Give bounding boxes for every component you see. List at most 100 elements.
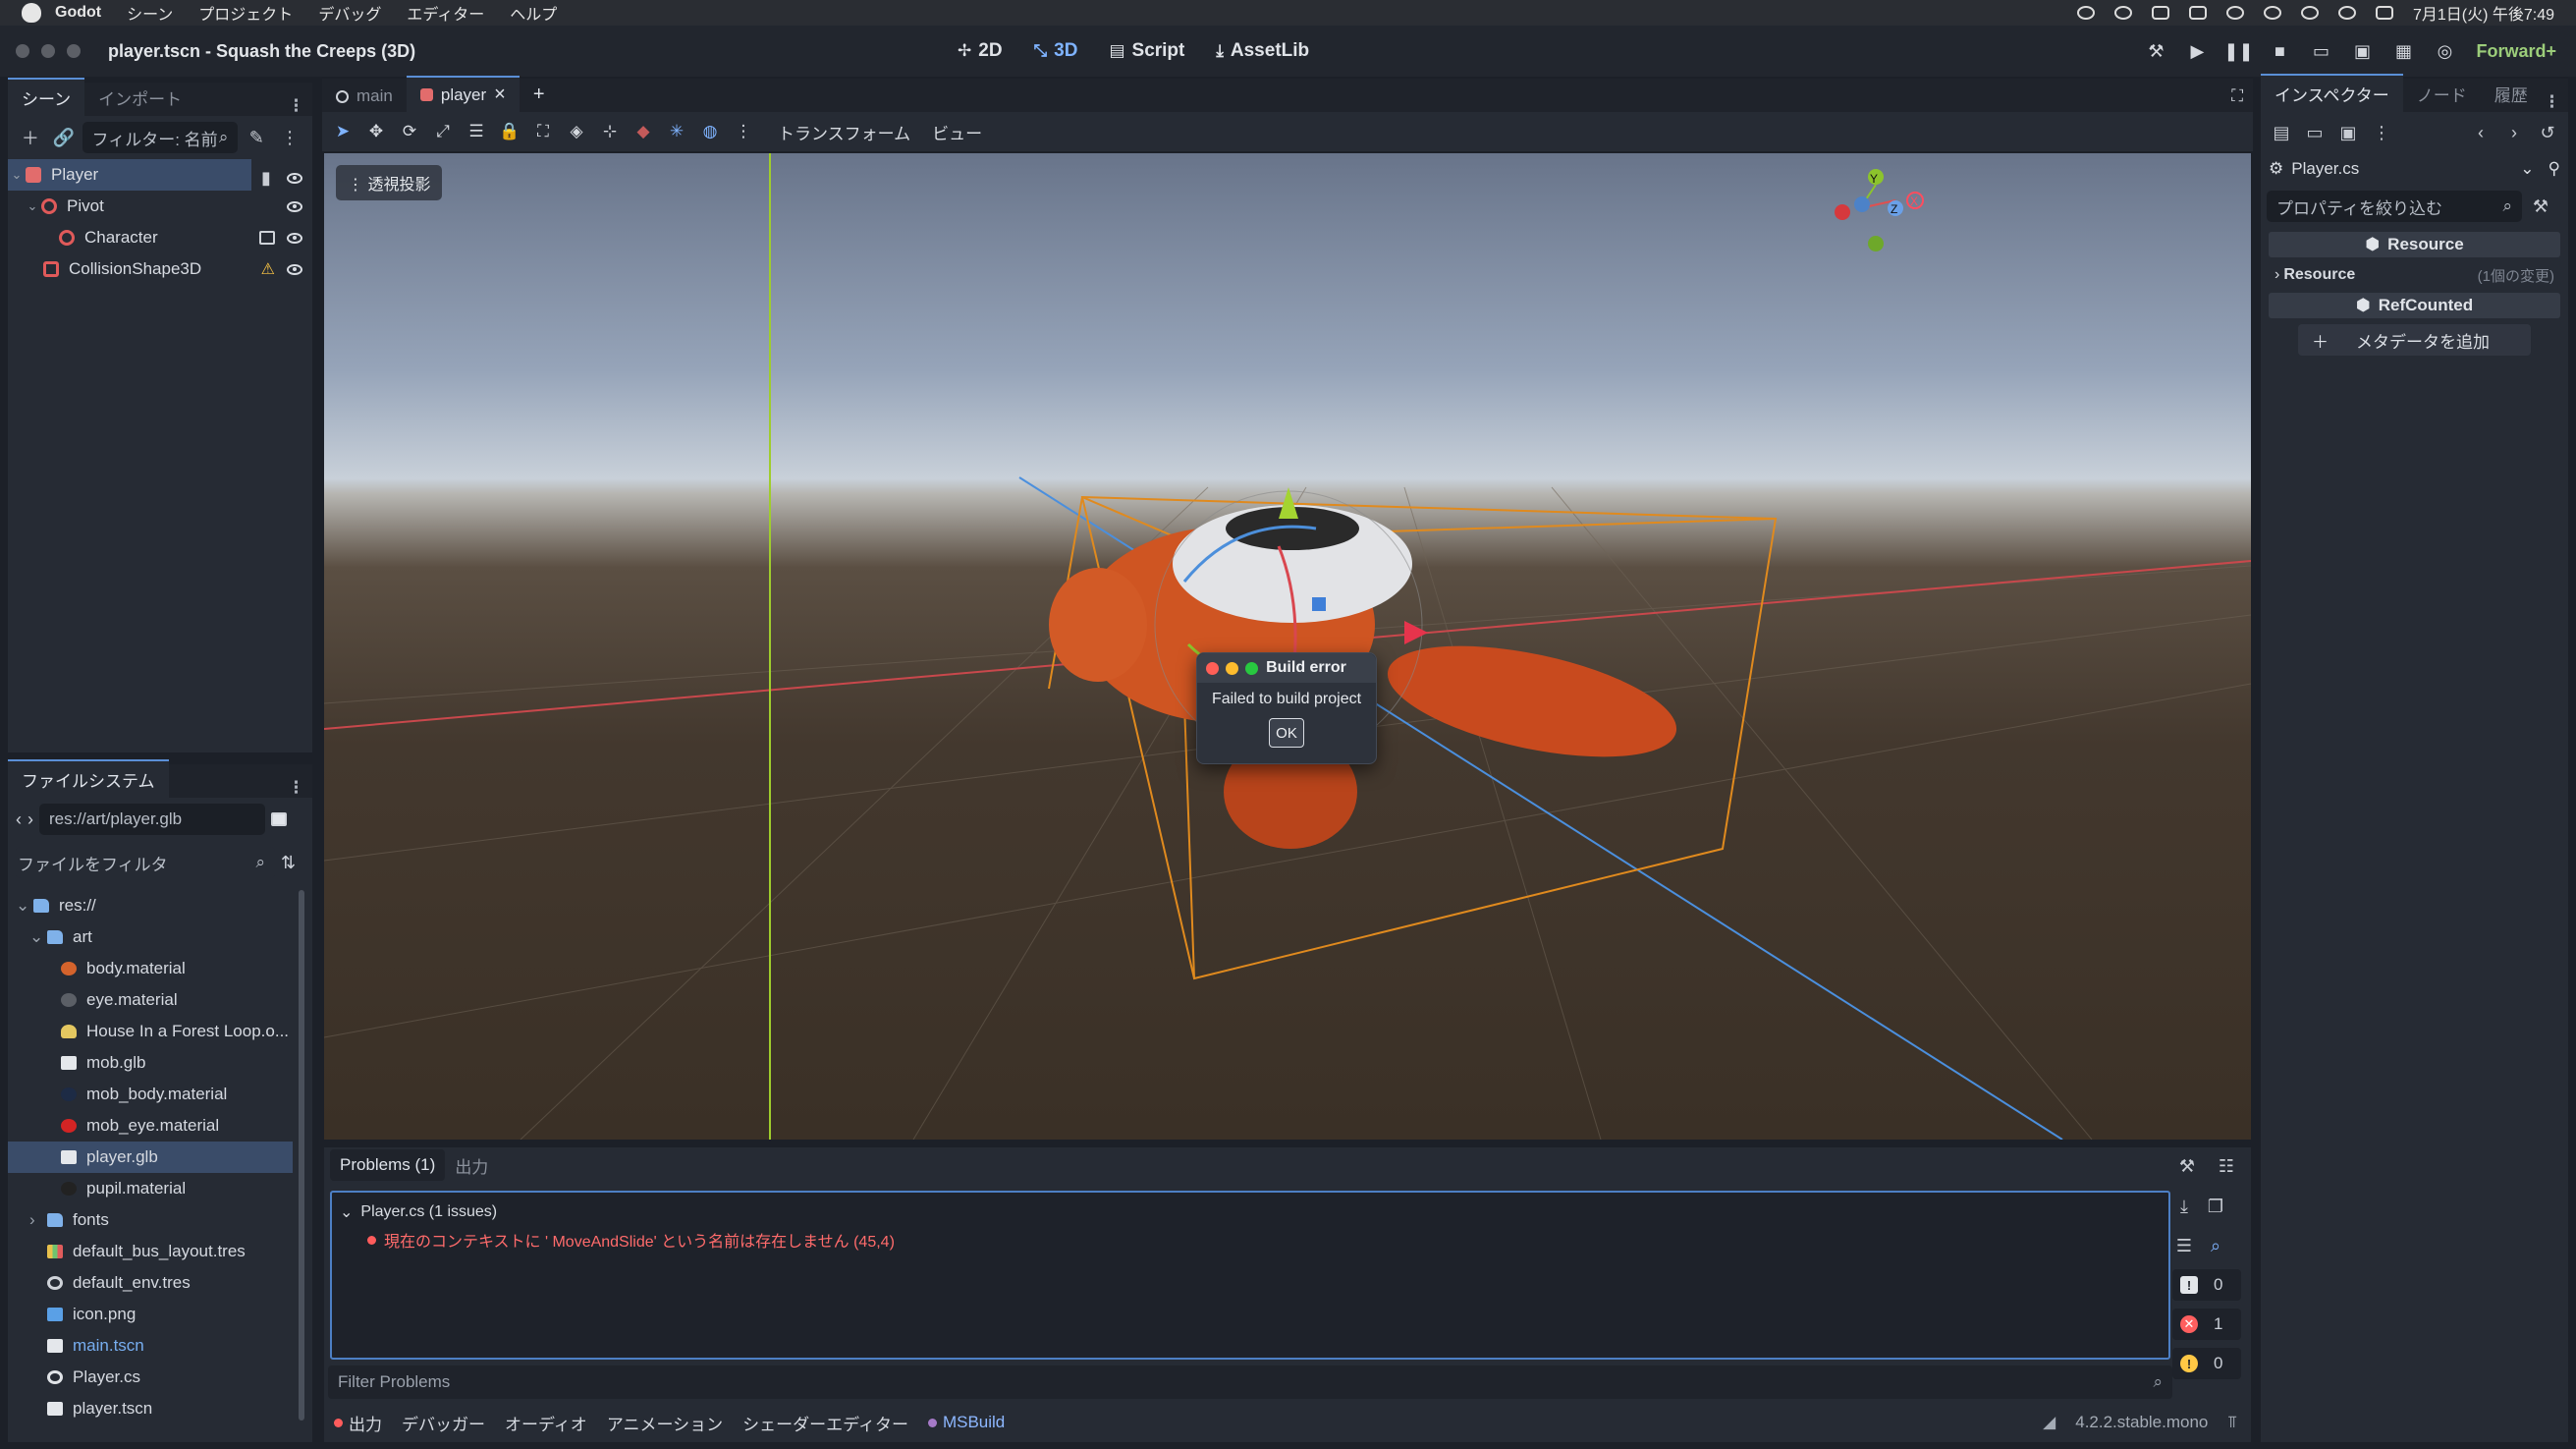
collapse-arrow-icon[interactable]: ⌄ [16, 896, 33, 916]
menu-app-godot[interactable]: Godot [55, 4, 101, 22]
visibility-eye-icon[interactable] [287, 200, 302, 212]
local-space-icon[interactable]: ◈ [564, 119, 589, 144]
history-back-icon[interactable]: ‹ [2466, 118, 2495, 147]
transform-menu[interactable]: トランスフォーム [778, 120, 910, 144]
movie-maker-icon[interactable]: ◎ [2435, 41, 2454, 61]
collapse-arrow-icon[interactable]: ⌄ [340, 1202, 353, 1222]
menu-help[interactable]: ヘルプ [510, 1, 557, 25]
apple-icon[interactable] [22, 3, 41, 23]
status-tab-audio[interactable]: オーディオ [505, 1411, 587, 1435]
gizmo-neg-y-dot[interactable] [1868, 236, 1884, 251]
open-folder-icon[interactable]: ▭ [2300, 118, 2329, 147]
move-tool-icon[interactable]: ✥ [363, 119, 389, 144]
collapse-arrow-icon[interactable]: ⌄ [24, 198, 41, 214]
3d-viewport[interactable]: Y Z X ⋮ 透視投影 [324, 153, 2251, 1140]
script-icon[interactable]: ▮ [257, 168, 275, 188]
new-resource-icon[interactable]: ▤ [2267, 118, 2296, 147]
sun-preview-icon[interactable]: ✳ [664, 119, 689, 144]
tree-node-player[interactable]: ⌄ Player [8, 159, 251, 191]
more-options-icon[interactable]: ⋮ [731, 119, 756, 144]
tab-scene[interactable]: シーン [8, 78, 85, 116]
split-mode-icon[interactable] [271, 812, 287, 826]
scene-menu-icon[interactable]: ⋮ [275, 123, 304, 152]
file-item-body-material[interactable]: body.material [8, 953, 312, 984]
menu-editor[interactable]: エディター [407, 1, 484, 25]
dialog-zoom-icon[interactable] [1245, 662, 1258, 675]
gizmo-neg-z-dot[interactable] [1854, 196, 1870, 212]
list-select-icon[interactable]: ☰ [464, 119, 489, 144]
problems-list[interactable]: ⌄ Player.cs (1 issues) 現在のコンテキストに ' Move… [330, 1191, 2170, 1360]
dialog-close-icon[interactable] [1206, 662, 1219, 675]
property-resource-row[interactable]: › Resource (1個の変更) [2261, 261, 2568, 289]
forward-arrow-icon[interactable]: › [27, 809, 33, 830]
dock-menu-icon[interactable]: ⋮ [288, 778, 304, 798]
property-filter-input[interactable]: プロパティを絞り込む ⌕ [2267, 191, 2522, 222]
environment-preview-icon[interactable]: ◍ [697, 119, 723, 144]
add-scene-tab-button[interactable]: + [520, 78, 559, 112]
group-icon[interactable]: ☰ [2172, 1231, 2196, 1260]
info-icon[interactable] [2113, 6, 2132, 20]
pin-panel-icon[interactable]: ⫪ [2227, 1413, 2237, 1432]
remote-debug-icon[interactable]: ▭ [2311, 41, 2330, 61]
menu-project[interactable]: プロジェクト [198, 1, 293, 25]
wifi-icon[interactable] [2225, 6, 2244, 20]
info-count-toggle[interactable]: ! 0 [2172, 1269, 2241, 1301]
collapse-arrow-icon[interactable]: ⌄ [29, 927, 47, 947]
export-icon[interactable]: ⤓ [2172, 1192, 2196, 1221]
group-icon[interactable]: ⛶ [530, 119, 556, 144]
play-icon[interactable]: ▶ [2187, 41, 2207, 61]
snap-icon[interactable]: ⊹ [597, 119, 623, 144]
minimize-window-icon[interactable] [41, 44, 55, 58]
file-item-player-glb[interactable]: player.glb [8, 1142, 293, 1173]
path-field[interactable]: res://art/player.glb [39, 804, 265, 835]
control-center-icon[interactable] [2375, 6, 2393, 20]
file-item-fonts[interactable]: › fonts [8, 1204, 312, 1236]
add-metadata-button[interactable]: ＋ メタデータを追加 [2298, 324, 2531, 356]
visibility-eye-icon[interactable] [287, 263, 302, 275]
status-tab-animation[interactable]: アニメーション [607, 1411, 723, 1435]
attach-script-icon[interactable]: ✎ [242, 123, 271, 152]
file-item-player-tscn[interactable]: player.tscn [8, 1393, 312, 1424]
back-arrow-icon[interactable]: ‹ [16, 809, 22, 830]
moon-icon[interactable] [2263, 6, 2281, 20]
expand-arrow-icon[interactable]: › [2275, 266, 2279, 284]
spotlight-search-icon[interactable] [2337, 6, 2356, 20]
object-history-icon[interactable]: ↺ [2533, 118, 2562, 147]
file-item-mob-eye-material[interactable]: mob_eye.material [8, 1110, 312, 1142]
file-item-music[interactable]: House In a Forest Loop.o... [8, 1016, 312, 1047]
mode-3d-button[interactable]: ⤡ 3D [1034, 40, 1078, 62]
tab-filesystem[interactable]: ファイルシステム [8, 759, 169, 798]
tab-inspector[interactable]: インスペクター [2261, 74, 2403, 112]
renderer-select[interactable]: Forward+ [2476, 41, 2556, 62]
view-menu[interactable]: ビュー [932, 120, 982, 144]
file-item-pupil-material[interactable]: pupil.material [8, 1173, 312, 1204]
tree-node-collisionshape3d[interactable]: CollisionShape3D ⚠ [8, 253, 312, 285]
input-method-icon[interactable] [2188, 6, 2207, 20]
status-tab-shader-editor[interactable]: シェーダーエディター [742, 1411, 908, 1435]
scene-tab-main[interactable]: main [322, 81, 407, 112]
hammer-icon[interactable]: ⚒ [2146, 41, 2165, 61]
play-scene-icon[interactable]: ▣ [2352, 41, 2372, 61]
camera-preview-icon[interactable]: ◆ [630, 119, 656, 144]
scale-tool-icon[interactable]: ⤢ [430, 119, 456, 144]
inspected-resource[interactable]: ⚙ Player.cs ⌄ ⚲ [2261, 153, 2568, 185]
ok-button[interactable]: OK [1269, 718, 1304, 748]
warning-icon[interactable]: ⚠ [261, 259, 275, 279]
scene-tab-player[interactable]: player × [406, 76, 520, 112]
file-item-art[interactable]: ⌄ art [8, 921, 312, 953]
dialog-minimize-icon[interactable] [1226, 662, 1238, 675]
copy-icon[interactable]: ❐ [2204, 1192, 2227, 1221]
file-item-res[interactable]: ⌄ res:// [8, 890, 312, 921]
link-icon[interactable]: 🔗 [49, 123, 79, 152]
error-count-toggle[interactable]: ✕ 1 [2172, 1309, 2241, 1340]
rotate-tool-icon[interactable]: ⟳ [397, 119, 422, 144]
doc-help-icon[interactable]: ⚲ [2549, 159, 2560, 179]
status-tab-msbuild[interactable]: MSBuild [927, 1413, 1005, 1432]
tree-node-character[interactable]: Character [8, 222, 312, 253]
extra-options-icon[interactable]: ⋮ [2367, 118, 2396, 147]
file-item-eye-material[interactable]: eye.material [8, 984, 312, 1016]
tab-import[interactable]: インポート [84, 80, 195, 116]
select-tool-icon[interactable]: ➤ [330, 119, 356, 144]
status-tab-debugger[interactable]: デバッガー [402, 1411, 485, 1435]
tab-node[interactable]: ノード [2403, 76, 2481, 112]
